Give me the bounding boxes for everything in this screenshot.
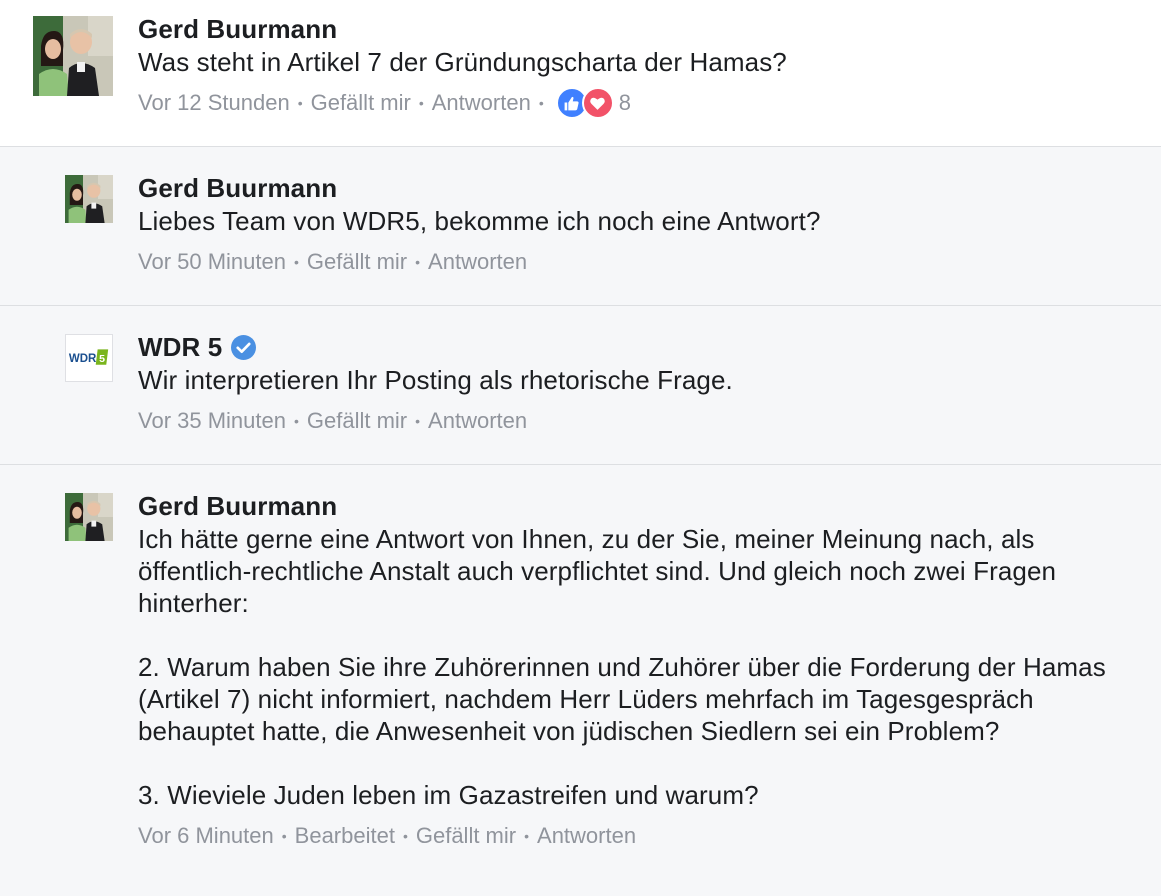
like-link[interactable]: Gefällt mir	[416, 823, 516, 849]
comment-text: Liebes Team von WDR5, bekomme ich noch e…	[138, 206, 821, 236]
avatar[interactable]	[65, 493, 113, 541]
love-icon	[581, 87, 614, 119]
separator-dot: •	[293, 254, 299, 270]
avatar[interactable]	[65, 175, 113, 223]
separator-dot: •	[538, 95, 544, 111]
author-name[interactable]: WDR 5	[138, 332, 222, 363]
reaction-count: 8	[618, 90, 631, 115]
reply-comment: Gerd Buurmann Ich hätte gerne eine Antwo…	[0, 465, 1161, 896]
like-link[interactable]: Gefällt mir	[307, 408, 407, 434]
timestamp[interactable]: Vor 6 Minuten	[138, 823, 274, 849]
separator-dot: •	[297, 95, 303, 111]
logo-badge: 5	[99, 353, 105, 365]
reply-link[interactable]: Antworten	[428, 249, 527, 275]
like-link[interactable]: Gefällt mir	[311, 90, 411, 116]
reply-link[interactable]: Antworten	[537, 823, 636, 849]
profile-photo	[65, 493, 113, 541]
separator-dot: •	[415, 254, 421, 270]
separator-dot: •	[415, 413, 421, 429]
comment-meta: Vor 50 Minuten • Gefällt mir • Antworten	[138, 245, 1141, 279]
verified-badge-icon	[231, 334, 257, 360]
separator-dot: •	[524, 828, 530, 844]
reply-comment: Gerd Buurmann Liebes Team von WDR5, beko…	[0, 147, 1161, 306]
reply-link[interactable]: Antworten	[428, 408, 527, 434]
profile-photo	[33, 16, 113, 96]
comment-text: Ich hätte gerne eine Antwort von Ihnen, …	[138, 524, 1106, 810]
timestamp[interactable]: Vor 50 Minuten	[138, 249, 286, 275]
comment-text: Wir interpretieren Ihr Posting als rheto…	[138, 365, 733, 395]
separator-dot: •	[293, 413, 299, 429]
wdr5-logo-icon: WDR 5	[66, 335, 112, 381]
comment-meta: Vor 12 Stunden • Gefällt mir • Antworten…	[138, 86, 1141, 120]
reply-link[interactable]: Antworten	[432, 90, 531, 116]
separator-dot: •	[281, 828, 287, 844]
comment-meta: Vor 35 Minuten • Gefällt mir • Antworten	[138, 404, 1141, 438]
comment: Gerd Buurmann Was steht in Artikel 7 der…	[0, 0, 1161, 147]
wdr5-logo[interactable]: WDR 5	[65, 334, 113, 382]
author-name[interactable]: Gerd Buurmann	[138, 14, 337, 45]
author-name[interactable]: Gerd Buurmann	[138, 173, 337, 204]
separator-dot: •	[402, 828, 408, 844]
comment-meta: Vor 6 Minuten • Bearbeitet • Gefällt mir…	[138, 819, 1141, 853]
reactions-summary[interactable]: 8	[555, 87, 631, 119]
like-link[interactable]: Gefällt mir	[307, 249, 407, 275]
logo-text: WDR	[69, 353, 97, 365]
edited-label[interactable]: Bearbeitet	[295, 823, 395, 849]
avatar[interactable]	[33, 16, 113, 96]
comment-text: Was steht in Artikel 7 der Gründungschar…	[138, 47, 787, 77]
reply-comment: WDR 5 WDR 5 Wir interpretieren Ihr Posti…	[0, 306, 1161, 465]
timestamp[interactable]: Vor 12 Stunden	[138, 90, 290, 116]
author-name[interactable]: Gerd Buurmann	[138, 491, 337, 522]
timestamp[interactable]: Vor 35 Minuten	[138, 408, 286, 434]
profile-photo	[65, 175, 113, 223]
separator-dot: •	[418, 95, 424, 111]
